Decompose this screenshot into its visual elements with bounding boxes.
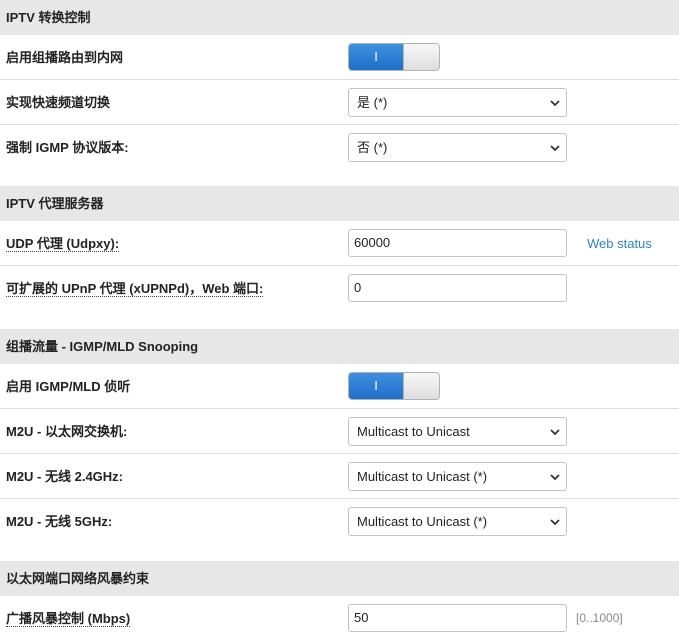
toggle-knob xyxy=(403,373,439,399)
row-m2u-5ghz: M2U - 无线 5GHz: Multicast to Unicast (*) xyxy=(0,499,679,544)
label-udpxy-text: UDP 代理 (Udpxy): xyxy=(6,236,120,252)
label-broadcast-storm-text: 广播风暴控制 (Mbps) xyxy=(6,611,131,627)
broadcast-storm-input[interactable]: 50 xyxy=(348,604,567,632)
select-m2u-24ghz[interactable]: Multicast to Unicast (*) xyxy=(348,462,567,491)
section-header-iptv-proxy: IPTV 代理服务器 xyxy=(0,186,679,221)
label-xupnpd-text: 可扩展的 UPnP 代理 (xUPNPd)，Web 端口: xyxy=(6,281,264,297)
label-m2u-ethernet: M2U - 以太网交换机: xyxy=(6,424,128,439)
chevron-down-icon xyxy=(550,100,560,107)
row-multicast-routing: 启用组播路由到内网 I xyxy=(0,35,679,80)
chevron-down-icon xyxy=(550,519,560,526)
row-m2u-24ghz: M2U - 无线 2.4GHz: Multicast to Unicast (*… xyxy=(0,454,679,499)
row-udpxy: UDP 代理 (Udpxy): 60000 Web status xyxy=(0,221,679,266)
section-header-iptv-switch: IPTV 转换控制 xyxy=(0,0,679,35)
chevron-down-icon xyxy=(550,474,560,481)
iptv-settings-page: IPTV 转换控制 启用组播路由到内网 I 实现快速频道切换 是 (*) 强制 … xyxy=(0,0,679,638)
web-status-link[interactable]: Web status xyxy=(587,221,652,266)
toggle-on-indicator: I xyxy=(349,373,403,399)
udpxy-port-input[interactable]: 60000 xyxy=(348,229,567,257)
select-m2u-ethernet[interactable]: Multicast to Unicast xyxy=(348,417,567,446)
select-igmp-version[interactable]: 否 (*) xyxy=(348,133,567,162)
select-m2u-5ghz-value: Multicast to Unicast (*) xyxy=(357,514,488,529)
label-xupnpd: 可扩展的 UPnP 代理 (xUPNPd)，Web 端口: xyxy=(6,266,264,311)
chevron-down-icon xyxy=(550,145,560,152)
chevron-down-icon xyxy=(550,429,560,436)
toggle-enable-snooping[interactable]: I xyxy=(348,372,440,400)
toggle-on-indicator: I xyxy=(349,44,403,70)
range-hint: [0..1000] xyxy=(576,611,623,625)
label-multicast-routing: 启用组播路由到内网 xyxy=(6,50,124,65)
select-igmp-version-value: 否 (*) xyxy=(357,140,388,155)
select-fast-switch[interactable]: 是 (*) xyxy=(348,88,567,117)
row-enable-snooping: 启用 IGMP/MLD 侦听 I xyxy=(0,364,679,409)
label-fast-switch: 实现快速频道切换 xyxy=(6,95,111,110)
label-udpxy: UDP 代理 (Udpxy): xyxy=(6,221,120,266)
row-xupnpd: 可扩展的 UPnP 代理 (xUPNPd)，Web 端口: 0 xyxy=(0,266,679,311)
toggle-knob xyxy=(403,44,439,70)
row-broadcast-storm: 广播风暴控制 (Mbps) 50 [0..1000] xyxy=(0,596,679,641)
toggle-multicast-routing[interactable]: I xyxy=(348,43,440,71)
section-header-storm: 以太网端口网络风暴约束 xyxy=(0,561,679,596)
section-header-snooping: 组播流量 - IGMP/MLD Snooping xyxy=(0,329,679,364)
row-m2u-ethernet: M2U - 以太网交换机: Multicast to Unicast xyxy=(0,409,679,454)
label-m2u-5ghz: M2U - 无线 5GHz: xyxy=(6,514,113,529)
select-fast-switch-value: 是 (*) xyxy=(357,95,388,110)
label-m2u-24ghz: M2U - 无线 2.4GHz: xyxy=(6,469,124,484)
select-m2u-24ghz-value: Multicast to Unicast (*) xyxy=(357,469,488,484)
row-fast-switch: 实现快速频道切换 是 (*) xyxy=(0,80,679,125)
label-broadcast-storm: 广播风暴控制 (Mbps) xyxy=(6,596,131,641)
row-igmp-version: 强制 IGMP 协议版本: 否 (*) xyxy=(0,125,679,170)
label-enable-snooping: 启用 IGMP/MLD 侦听 xyxy=(6,379,131,394)
label-igmp-version: 强制 IGMP 协议版本: xyxy=(6,140,129,155)
select-m2u-ethernet-value: Multicast to Unicast xyxy=(357,424,470,439)
select-m2u-5ghz[interactable]: Multicast to Unicast (*) xyxy=(348,507,567,536)
xupnpd-port-input[interactable]: 0 xyxy=(348,274,567,302)
